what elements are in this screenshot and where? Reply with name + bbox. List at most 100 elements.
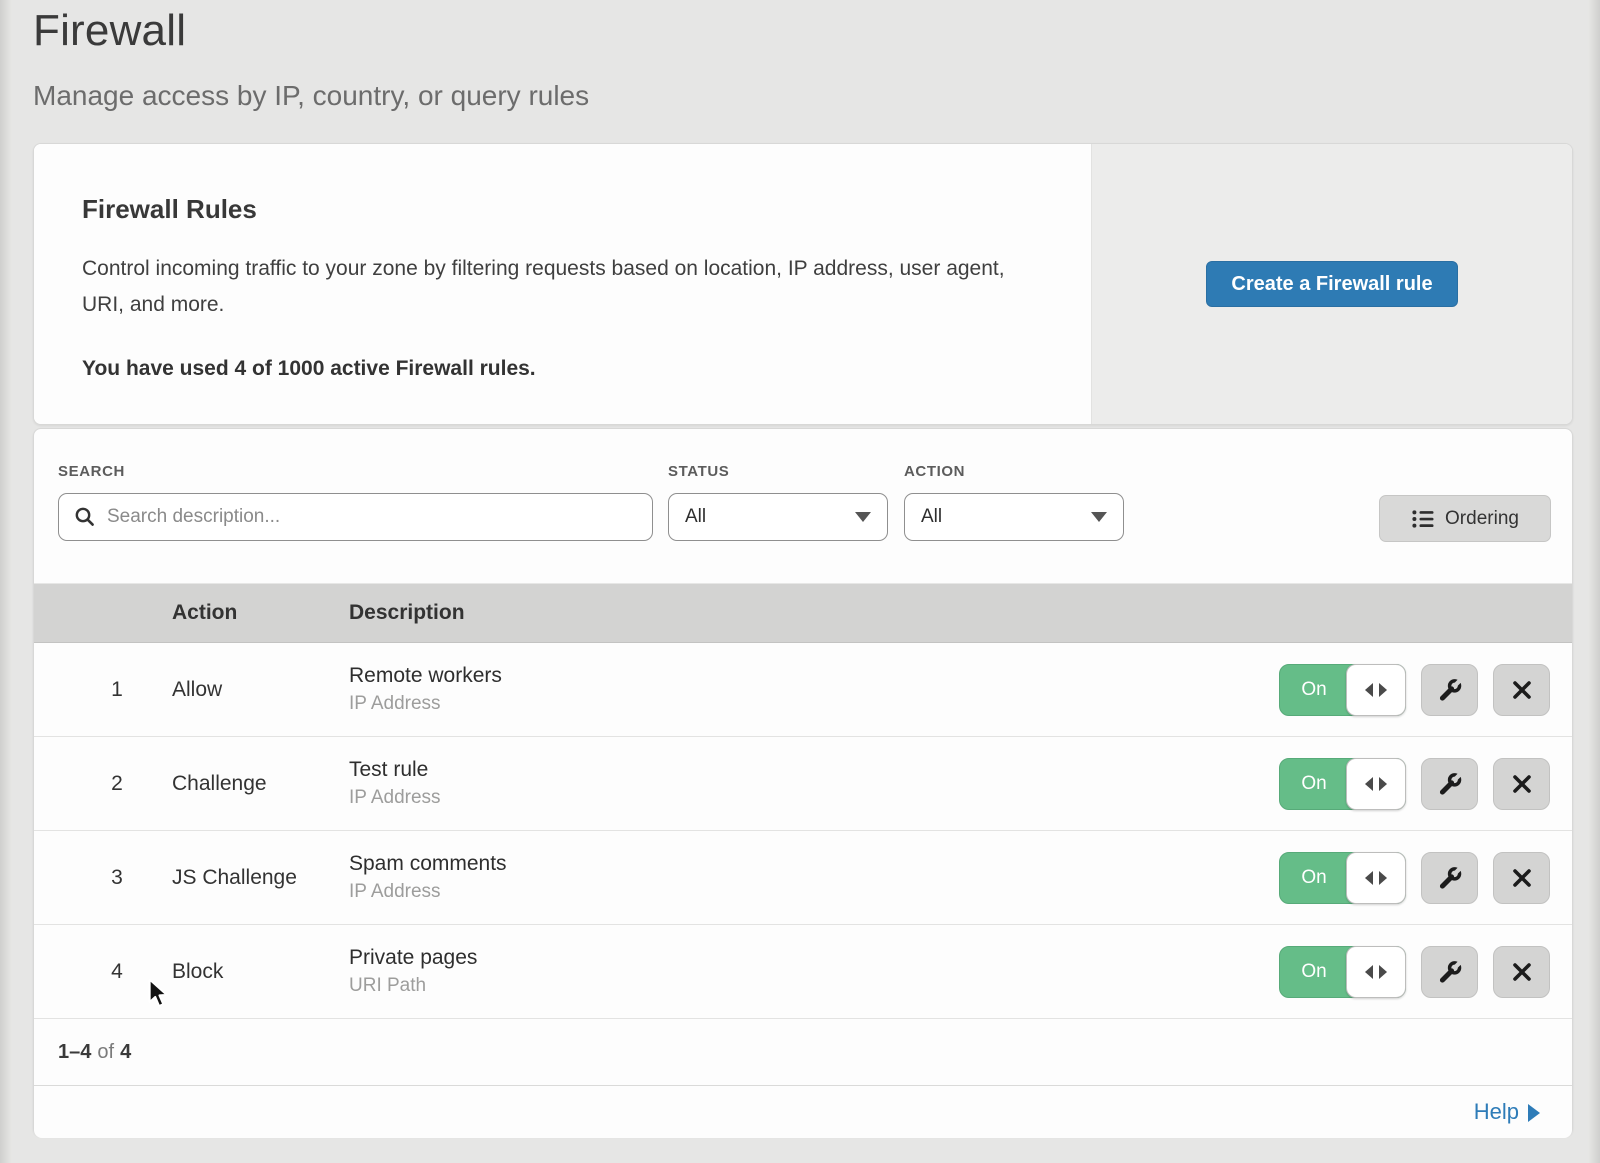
close-icon [1510, 960, 1534, 984]
table-row: 3 JS Challenge Spam comments IP Address … [34, 831, 1572, 925]
wrench-icon [1437, 771, 1463, 797]
pagination-range: 1–4 [58, 1041, 91, 1064]
wrench-icon [1437, 959, 1463, 985]
chevron-down-icon [855, 512, 871, 522]
table-row: 4 Block Private pages URI Path On [34, 925, 1572, 1019]
rule-priority: 1 [87, 643, 147, 736]
triangle-right-icon [1379, 871, 1387, 885]
action-select[interactable]: All [904, 493, 1124, 541]
rule-match-type: IP Address [349, 881, 507, 903]
delete-rule-button[interactable] [1493, 664, 1550, 716]
status-select-value: All [685, 506, 706, 528]
rule-controls: On [1279, 946, 1550, 998]
filters-bar: SEARCH STATUS All ACTION All [34, 429, 1572, 584]
pagination: 1–4 of 4 [34, 1019, 1572, 1085]
search-icon [73, 505, 97, 529]
rule-action: Block [172, 925, 223, 1018]
help-link-label: Help [1474, 1099, 1519, 1125]
delete-rule-button[interactable] [1493, 758, 1550, 810]
table-header: Action Description [34, 584, 1572, 643]
action-label: ACTION [904, 463, 965, 480]
ordering-button-label: Ordering [1445, 508, 1519, 530]
rule-description-cell: Spam comments IP Address [349, 831, 507, 924]
rule-action: Challenge [172, 737, 267, 830]
rule-enabled-toggle[interactable]: On [1279, 946, 1406, 998]
edit-rule-button[interactable] [1421, 852, 1478, 904]
rule-controls: On [1279, 852, 1550, 904]
rule-priority: 4 [87, 925, 147, 1018]
triangle-right-icon [1379, 965, 1387, 979]
status-label: STATUS [668, 463, 729, 480]
mouse-cursor [146, 978, 172, 1010]
rule-description: Spam comments [349, 852, 507, 876]
pagination-of: of [97, 1041, 114, 1064]
triangle-right-icon [1379, 777, 1387, 791]
triangle-right-icon [1379, 683, 1387, 697]
rule-description-cell: Test rule IP Address [349, 737, 441, 830]
delete-rule-button[interactable] [1493, 852, 1550, 904]
toggle-handle[interactable] [1346, 852, 1406, 904]
rule-enabled-toggle[interactable]: On [1279, 758, 1406, 810]
rules-list-card: SEARCH STATUS All ACTION All [33, 428, 1573, 1136]
rule-priority: 2 [87, 737, 147, 830]
triangle-left-icon [1365, 871, 1373, 885]
firewall-rules-card: Firewall Rules Control incoming traffic … [33, 143, 1573, 425]
toggle-on-label: On [1280, 665, 1348, 715]
chevron-down-icon [1091, 512, 1107, 522]
delete-rule-button[interactable] [1493, 946, 1550, 998]
rule-action: Allow [172, 643, 222, 736]
toggle-handle[interactable] [1346, 946, 1406, 998]
rule-description: Remote workers [349, 664, 502, 688]
toggle-on-label: On [1280, 853, 1348, 903]
rules-usage-text: You have used 4 of 1000 active Firewall … [82, 357, 1031, 381]
toggle-on-label: On [1280, 947, 1348, 997]
firewall-rules-card-text: Firewall Rules Control incoming traffic … [34, 144, 1091, 424]
search-box [58, 493, 653, 541]
toggle-handle[interactable] [1346, 664, 1406, 716]
help-link[interactable]: Help [1474, 1099, 1540, 1125]
status-select[interactable]: All [668, 493, 888, 541]
triangle-left-icon [1365, 777, 1373, 791]
close-icon [1510, 772, 1534, 796]
page-title: Firewall [33, 6, 186, 56]
rule-action: JS Challenge [172, 831, 297, 924]
card-footer: Help [34, 1085, 1572, 1138]
rule-description: Test rule [349, 758, 441, 782]
toggle-handle[interactable] [1346, 758, 1406, 810]
ordering-list-icon [1411, 507, 1435, 531]
rule-priority: 3 [87, 831, 147, 924]
wrench-icon [1437, 865, 1463, 891]
edit-rule-button[interactable] [1421, 758, 1478, 810]
rule-description-cell: Remote workers IP Address [349, 643, 502, 736]
rules-card-title: Firewall Rules [82, 194, 1031, 225]
create-rule-panel: Create a Firewall rule [1091, 144, 1572, 424]
rule-description: Private pages [349, 946, 477, 970]
column-header-action: Action [172, 601, 237, 625]
close-icon [1510, 678, 1534, 702]
search-input[interactable] [107, 506, 638, 528]
edit-rule-button[interactable] [1421, 664, 1478, 716]
table-row: 1 Allow Remote workers IP Address On [34, 643, 1572, 737]
rule-description-cell: Private pages URI Path [349, 925, 477, 1018]
edit-rule-button[interactable] [1421, 946, 1478, 998]
rule-match-type: URI Path [349, 975, 477, 997]
action-select-value: All [921, 506, 942, 528]
rule-controls: On [1279, 664, 1550, 716]
rule-match-type: IP Address [349, 787, 441, 809]
ordering-button[interactable]: Ordering [1379, 495, 1551, 542]
close-icon [1510, 866, 1534, 890]
rule-enabled-toggle[interactable]: On [1279, 664, 1406, 716]
page-subtitle: Manage access by IP, country, or query r… [33, 80, 589, 112]
rule-enabled-toggle[interactable]: On [1279, 852, 1406, 904]
toggle-on-label: On [1280, 759, 1348, 809]
triangle-left-icon [1365, 965, 1373, 979]
create-firewall-rule-button[interactable]: Create a Firewall rule [1206, 261, 1458, 307]
search-label: SEARCH [58, 463, 125, 480]
help-arrow-icon [1528, 1104, 1540, 1122]
rule-match-type: IP Address [349, 693, 502, 715]
pagination-total: 4 [120, 1041, 131, 1064]
column-header-description: Description [349, 601, 465, 625]
rules-card-description: Control incoming traffic to your zone by… [82, 251, 1027, 323]
wrench-icon [1437, 677, 1463, 703]
triangle-left-icon [1365, 683, 1373, 697]
